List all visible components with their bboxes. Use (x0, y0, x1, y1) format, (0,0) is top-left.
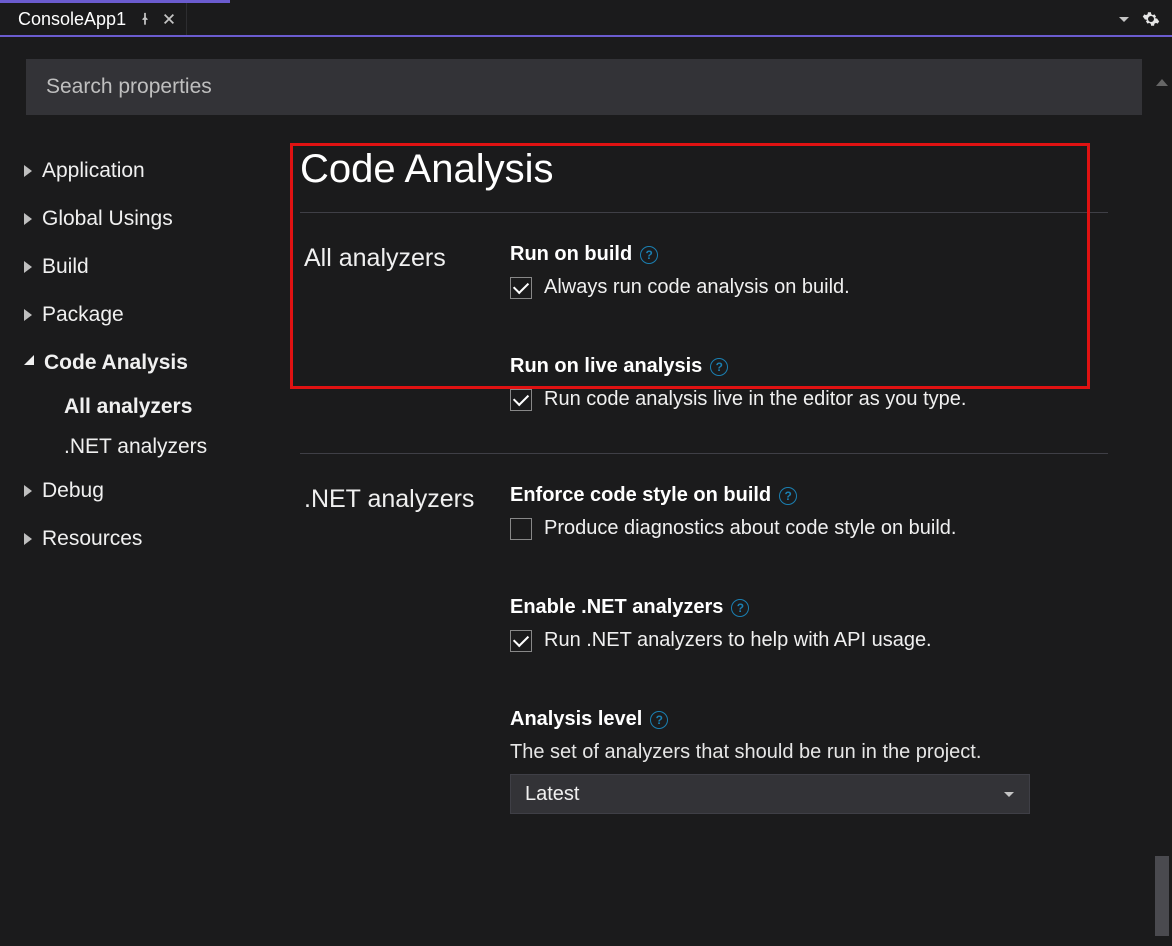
scroll-up-icon[interactable] (1156, 79, 1168, 86)
select-value: Latest (525, 783, 579, 806)
sidebar: Application Global Usings Build Package … (0, 37, 300, 946)
sidebar-item-build[interactable]: Build (24, 243, 300, 291)
chevron-right-icon (24, 261, 32, 273)
chevron-down-icon (24, 355, 34, 365)
tab-consoleapp1[interactable]: ConsoleApp1 (0, 3, 187, 35)
chevron-right-icon (24, 213, 32, 225)
section-heading-net-analyzers: .NET analyzers (300, 484, 510, 850)
tab-title: ConsoleApp1 (18, 9, 126, 30)
sidebar-item-debug[interactable]: Debug (24, 467, 300, 515)
gear-icon[interactable] (1142, 10, 1160, 28)
checkbox-run-on-build[interactable] (510, 277, 532, 299)
section-heading-all-analyzers: All analyzers (300, 243, 510, 447)
sidebar-item-code-analysis[interactable]: Code Analysis (24, 339, 300, 387)
field-title-analysis-level: Analysis level (510, 708, 642, 731)
field-description: The set of analyzers that should be run … (510, 741, 1108, 764)
chevron-right-icon (24, 485, 32, 497)
checkbox-label: Run code analysis live in the editor as … (544, 388, 966, 411)
sidebar-item-global-usings[interactable]: Global Usings (24, 195, 300, 243)
checkbox-label: Run .NET analyzers to help with API usag… (544, 629, 932, 652)
help-icon[interactable]: ? (710, 358, 728, 376)
checkbox-enforce-style[interactable] (510, 518, 532, 540)
help-icon[interactable]: ? (779, 487, 797, 505)
scrollbar[interactable] (1152, 73, 1172, 946)
sidebar-item-application[interactable]: Application (24, 147, 300, 195)
field-title-enforce-style: Enforce code style on build (510, 484, 771, 507)
sidebar-item-resources[interactable]: Resources (24, 515, 300, 563)
field-title-run-on-live: Run on live analysis (510, 355, 702, 378)
chevron-right-icon (24, 165, 32, 177)
checkbox-enable-net[interactable] (510, 630, 532, 652)
checkbox-label: Produce diagnostics about code style on … (544, 517, 957, 540)
select-analysis-level[interactable]: Latest (510, 774, 1030, 814)
close-icon[interactable] (162, 12, 176, 26)
pin-icon[interactable] (138, 12, 152, 26)
help-icon[interactable]: ? (640, 246, 658, 264)
chevron-right-icon (24, 533, 32, 545)
tab-bar: ConsoleApp1 (0, 3, 1172, 37)
chevron-down-icon (1003, 788, 1015, 800)
field-title-enable-net: Enable .NET analyzers (510, 596, 723, 619)
page-title: Code Analysis (300, 147, 1108, 192)
field-title-run-on-build: Run on build (510, 243, 632, 266)
chevron-right-icon (24, 309, 32, 321)
sidebar-subitem-all-analyzers[interactable]: All analyzers (24, 387, 300, 427)
help-icon[interactable]: ? (731, 599, 749, 617)
sidebar-subitem-net-analyzers[interactable]: .NET analyzers (24, 427, 300, 467)
checkbox-run-on-live[interactable] (510, 389, 532, 411)
checkbox-label: Always run code analysis on build. (544, 276, 850, 299)
dropdown-icon[interactable] (1118, 13, 1130, 25)
help-icon[interactable]: ? (650, 711, 668, 729)
sidebar-item-package[interactable]: Package (24, 291, 300, 339)
scroll-thumb[interactable] (1155, 856, 1169, 936)
